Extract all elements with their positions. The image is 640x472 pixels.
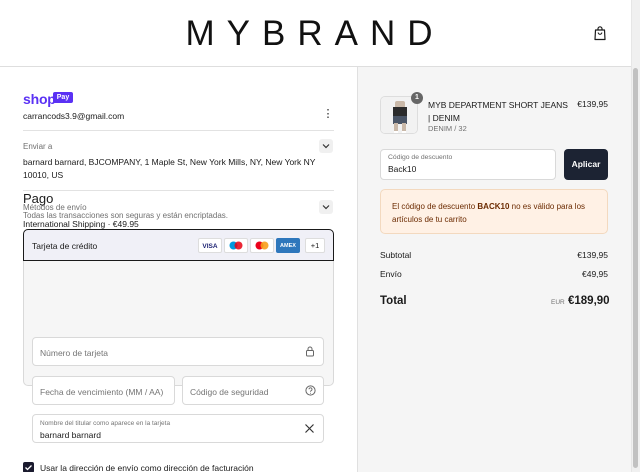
divider [23, 190, 334, 191]
clear-icon[interactable] [304, 423, 315, 436]
subtotal-label: Subtotal [380, 250, 412, 260]
more-card-brands: +1 [305, 238, 325, 253]
scrollbar-thumb[interactable] [633, 68, 638, 468]
ship-to-address: barnard barnard, BJCOMPANY, 1 Maple St, … [23, 157, 316, 180]
subtotal-value: €139,95 [577, 250, 608, 260]
payment-subtitle: Todas las transacciones son seguras y es… [23, 211, 229, 220]
payment-title: Pago [23, 191, 54, 206]
mastercard-logo [250, 238, 274, 253]
cardholder-name-label: Nombre del titular como aparece en la ta… [40, 420, 171, 427]
shipping-value: €49,95 [582, 269, 608, 279]
error-prefix: El código de descuento [392, 202, 478, 211]
product-name: MYB DEPARTMENT SHORT JEANS | DENIM [428, 100, 568, 123]
discount-code-label: Código de descuento [388, 154, 453, 161]
discount-code-value: Back10 [388, 164, 417, 174]
amex-logo: AMEX [276, 238, 300, 253]
ship-to-label: Enviar a [23, 142, 53, 151]
billing-same-label: Usar la dirección de envío como direcció… [40, 463, 254, 472]
quantity-badge: 1 [411, 92, 423, 104]
divider [23, 130, 334, 131]
visa-logo: VISA [198, 238, 222, 253]
shopping-bag-icon[interactable] [593, 25, 607, 41]
billing-same-checkbox[interactable] [23, 462, 34, 472]
security-code-placeholder: Código de seguridad [190, 387, 269, 397]
shipping-label: Envío [380, 269, 402, 279]
product-variant: DENIM / 32 [428, 124, 467, 133]
brand-logo[interactable]: MYBRAND [0, 14, 630, 54]
discount-error-message: El código de descuento BACK10 no es váli… [392, 200, 604, 226]
product-price: €139,95 [577, 99, 608, 109]
lock-icon [305, 346, 315, 359]
expiry-date-placeholder: Fecha de vencimiento (MM / AA) [40, 387, 164, 397]
ship-to-expand-button[interactable] [319, 139, 333, 153]
apply-discount-button[interactable]: Aplicar [564, 149, 608, 180]
currency-code: EUR [551, 299, 565, 306]
credit-card-label: Tarjeta de crédito [32, 241, 98, 251]
error-code: BACK10 [477, 202, 510, 211]
cardholder-name-value: barnard barnard [40, 430, 101, 440]
shipping-method-expand-button[interactable] [319, 200, 333, 214]
card-number-placeholder: Número de tarjeta [40, 348, 109, 358]
help-icon[interactable] [305, 385, 316, 398]
shop-pay-logo: shop [23, 91, 56, 107]
total-label: Total [380, 295, 407, 307]
pay-badge: Pay [53, 92, 73, 103]
account-email: carrancods3.9@gmail.com [23, 111, 125, 121]
site-header: MYBRAND [0, 0, 640, 67]
maestro-logo [224, 238, 248, 253]
more-options-icon[interactable]: ⋮ [322, 107, 334, 121]
total-value: €189,90 [568, 295, 610, 307]
